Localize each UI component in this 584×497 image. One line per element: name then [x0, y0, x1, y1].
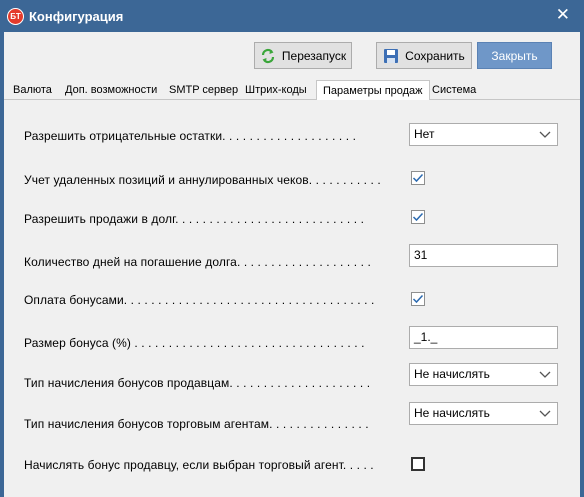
save-button[interactable]: Сохранить [376, 42, 472, 69]
refresh-icon [260, 48, 276, 64]
window-frame-right [580, 32, 584, 497]
tab-system[interactable]: Система [426, 82, 482, 100]
restart-button[interactable]: Перезапуск [254, 42, 352, 69]
bonus-size-label: Размер бонуса (%) . . . . . . . . . . . … [24, 336, 365, 350]
checkmark-icon [412, 212, 424, 222]
seller-bonus-with-agent-label: Начислять бонус продавцу, если выбран то… [24, 458, 374, 472]
debt-days-label: Количество дней на погашение долга. . . … [24, 255, 371, 269]
window-title: Конфигурация [29, 9, 124, 24]
seller-bonus-type-value: Не начислять [414, 367, 490, 381]
negative-stock-value: Нет [414, 127, 435, 141]
seller-bonus-type-select[interactable]: Не начислять [409, 363, 558, 386]
agent-bonus-type-value: Не начислять [414, 406, 490, 420]
tab-sales-parameters[interactable]: Параметры продаж [316, 80, 430, 101]
negative-stock-select[interactable]: Нет [409, 123, 558, 146]
configuration-window: БТ Конфигурация ✕ Перезапуск Сохранить З… [0, 0, 584, 497]
tab-currency[interactable]: Валюта [7, 82, 58, 100]
tab-extra-features[interactable]: Доп. возможности [59, 82, 163, 100]
restart-label: Перезапуск [281, 48, 347, 63]
sales-on-credit-checkbox[interactable] [411, 210, 425, 224]
close-icon[interactable]: ✕ [556, 5, 570, 25]
close-button[interactable]: Закрыть [477, 42, 552, 69]
checkmark-icon [412, 173, 424, 183]
checkmark-icon [412, 294, 424, 304]
sales-on-credit-label: Разрешить продажи в долг. . . . . . . . … [24, 212, 365, 226]
tab-bar: Валюта Доп. возможности SMTP сервер Штри… [4, 80, 580, 101]
bonus-payment-checkbox[interactable] [411, 292, 425, 306]
deleted-positions-label: Учет удаленных позиций и аннулированных … [24, 173, 381, 187]
tab-smtp-server[interactable]: SMTP сервер [163, 82, 244, 100]
deleted-positions-checkbox[interactable] [411, 171, 425, 185]
bonus-payment-label: Оплата бонусами. . . . . . . . . . . . .… [24, 293, 375, 307]
chevron-down-icon [539, 131, 551, 138]
title-bar[interactable]: БТ Конфигурация ✕ [0, 0, 584, 32]
agent-bonus-type-select[interactable]: Не начислять [409, 402, 558, 425]
negative-stock-label: Разрешить отрицательные остатки. . . . .… [24, 129, 357, 143]
chevron-down-icon [539, 410, 551, 417]
chevron-down-icon [539, 371, 551, 378]
sales-parameters-panel: Разрешить отрицательные остатки. . . . .… [4, 100, 580, 497]
toolbar: Перезапуск Сохранить Закрыть [4, 32, 580, 80]
tab-barcodes[interactable]: Штрих-коды [239, 82, 313, 100]
floppy-disk-icon [383, 48, 399, 64]
save-label: Сохранить [405, 48, 465, 63]
app-logo-icon: БТ [7, 8, 24, 25]
agent-bonus-type-label: Тип начисления бонусов торговым агентам.… [24, 417, 369, 431]
close-label: Закрыть [491, 48, 538, 63]
debt-days-input[interactable]: 31 [409, 244, 558, 267]
seller-bonus-with-agent-checkbox[interactable] [411, 457, 425, 471]
seller-bonus-type-label: Тип начисления бонусов продавцам. . . . … [24, 376, 371, 390]
bonus-size-input[interactable]: _1._ [409, 326, 558, 349]
